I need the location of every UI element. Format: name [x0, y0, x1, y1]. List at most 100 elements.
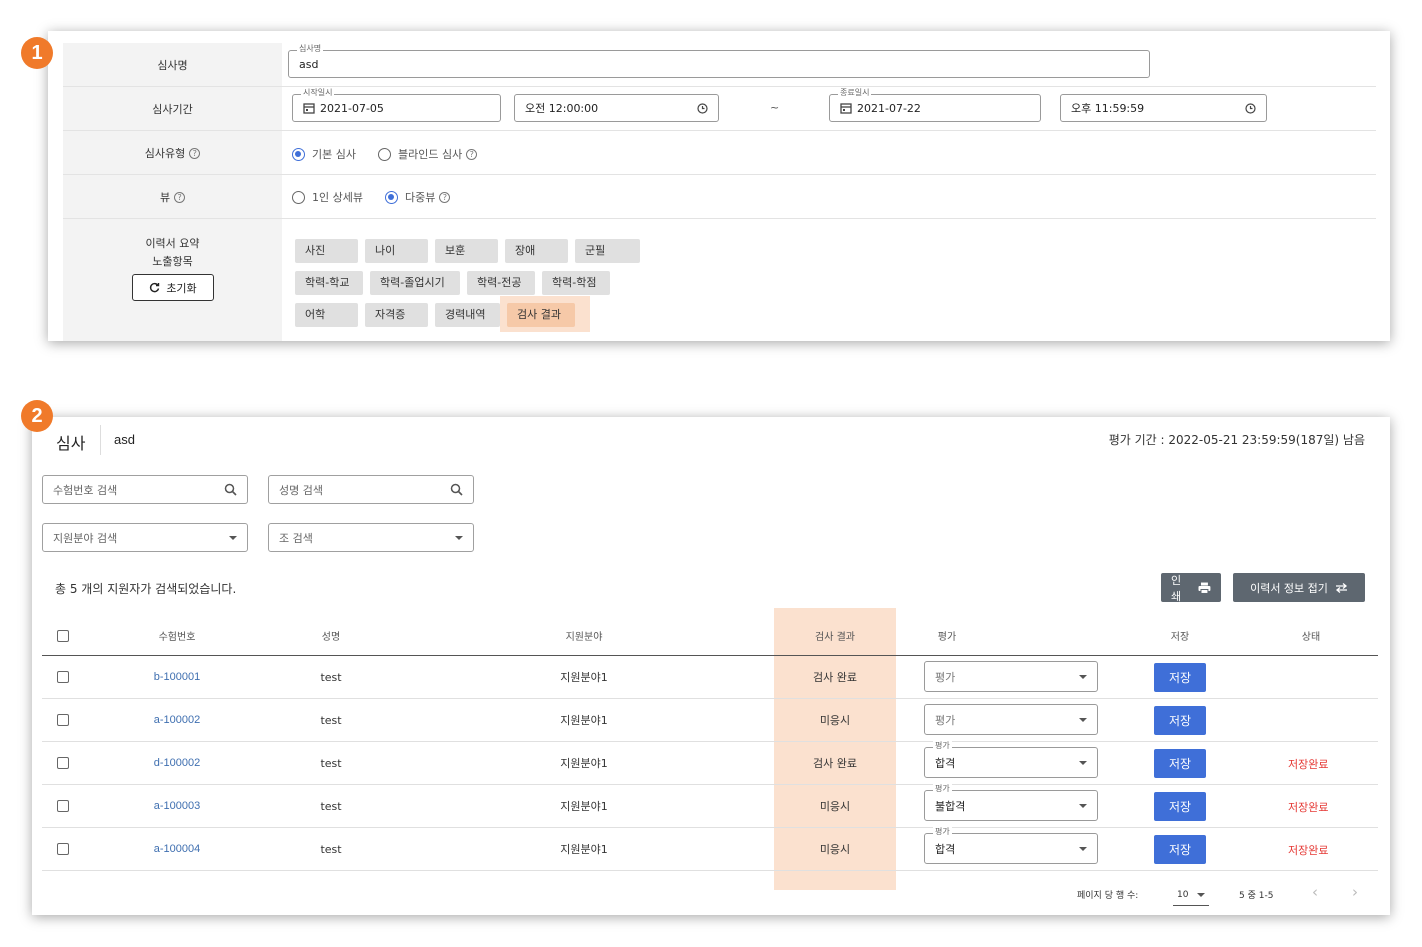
summary-row: 이력서 요약 노출항목: [63, 219, 1376, 341]
col-test-result: 검사 결과: [815, 632, 855, 643]
search-icon[interactable]: [450, 483, 463, 496]
search-number-input[interactable]: 수험번호 검색: [42, 475, 248, 504]
row-checkbox[interactable]: [57, 800, 69, 812]
end-date-input[interactable]: 종료일시 2021-07-22: [829, 88, 1041, 122]
test-result: 미응시: [819, 800, 851, 813]
save-button[interactable]: 저장: [1154, 835, 1206, 864]
period-label: 심사기간: [63, 87, 282, 130]
chip-disability[interactable]: 장애: [505, 239, 568, 263]
evaluation-select[interactable]: 평가 합격: [924, 741, 1098, 778]
step-badge-2: 2: [21, 400, 53, 432]
chevron-down-icon: [1079, 760, 1087, 765]
step-badge-1: 1: [21, 37, 53, 69]
radio-checked-icon: [385, 190, 398, 204]
applicant-number-link[interactable]: a-100004: [114, 828, 240, 870]
applicant-number-link[interactable]: a-100002: [114, 699, 240, 741]
page-range: 5 중 1-5: [1239, 891, 1274, 901]
evaluation-select[interactable]: 평가 불합격: [924, 784, 1098, 821]
status-text: 저장완료: [1288, 844, 1329, 857]
range-separator: ~: [770, 101, 780, 114]
radio-unchecked-icon: [292, 190, 305, 204]
applicant-field: 지원분야1: [560, 757, 608, 770]
result-count: 총 5 개의 지원자가 검색되었습니다.: [55, 582, 237, 596]
radio-blind-review[interactable]: 블라인드 심사 ?: [378, 146, 478, 162]
applicant-name: test: [320, 670, 342, 684]
search-name-input[interactable]: 성명 검색: [268, 475, 474, 504]
help-icon[interactable]: ?: [466, 148, 478, 160]
status-text: 저장완료: [1288, 758, 1329, 771]
row-checkbox[interactable]: [57, 671, 69, 683]
chip-veteran[interactable]: 보훈: [435, 239, 498, 263]
chip-military[interactable]: 군필: [575, 239, 640, 263]
next-page-button[interactable]: ›: [1352, 883, 1358, 901]
reset-button[interactable]: 초기화: [132, 274, 214, 301]
radio-single-view[interactable]: 1인 상세뷰: [292, 189, 363, 205]
col-status: 상태: [1301, 632, 1321, 643]
save-button[interactable]: 저장: [1154, 749, 1206, 778]
applicant-number-link[interactable]: a-100003: [114, 785, 240, 827]
start-time-input[interactable]: 오전 12:00:00: [514, 94, 719, 122]
chip-edu-major[interactable]: 학력-전공: [467, 271, 535, 295]
refresh-icon: [150, 282, 160, 293]
test-result: 검사 완료: [813, 671, 857, 684]
select-all-checkbox[interactable]: [57, 629, 69, 642]
name-row: 심사명 심사명 asd: [63, 43, 1376, 87]
chip-edu-school[interactable]: 학력-학교: [295, 271, 363, 295]
chevron-down-icon: [455, 535, 463, 540]
calendar-icon: [303, 103, 315, 114]
rows-per-page-select[interactable]: 10: [1173, 884, 1209, 906]
test-result: 미응시: [819, 843, 851, 856]
field-filter-select[interactable]: 지원분야 검색: [42, 523, 248, 552]
chip-certificate[interactable]: 자격증: [365, 303, 428, 327]
applicant-number-link[interactable]: b-100001: [114, 656, 240, 698]
test-result: 미응시: [819, 714, 851, 727]
row-checkbox[interactable]: [57, 757, 69, 769]
help-icon[interactable]: ?: [439, 191, 451, 203]
chip-edu-graduation[interactable]: 학력-졸업시기: [370, 271, 460, 295]
chip-edu-gpa[interactable]: 학력-학점: [542, 271, 610, 295]
chip-career[interactable]: 경력내역: [435, 303, 500, 327]
chip-photo[interactable]: 사진: [295, 239, 358, 263]
evaluation-select[interactable]: 평가: [924, 661, 1098, 692]
radio-multi-view[interactable]: 다중뷰 ?: [385, 189, 451, 205]
group-filter-select[interactable]: 조 검색: [268, 523, 474, 552]
chip-test-result[interactable]: 검사 결과: [507, 303, 575, 327]
chip-language[interactable]: 어학: [295, 303, 358, 327]
chevron-down-icon: [229, 535, 237, 540]
radio-checked-icon: [292, 147, 305, 161]
save-button[interactable]: 저장: [1154, 663, 1206, 692]
prev-page-button[interactable]: ‹: [1312, 883, 1318, 901]
radio-basic-review[interactable]: 기본 심사: [292, 146, 356, 162]
print-button[interactable]: 인쇄: [1161, 573, 1221, 603]
name-input[interactable]: 심사명 asd: [288, 44, 1150, 78]
end-time-input[interactable]: 오후 11:59:59: [1060, 94, 1267, 122]
applicant-field: 지원분야1: [560, 714, 608, 727]
chevron-down-icon: [1079, 717, 1087, 722]
view-label: 뷰?: [63, 175, 282, 218]
applicant-number-link[interactable]: d-100002: [114, 742, 240, 784]
review-name: asd: [114, 432, 135, 447]
chevron-down-icon: [1079, 674, 1087, 679]
calendar-icon: [840, 103, 852, 114]
help-icon[interactable]: ?: [189, 148, 201, 159]
row-checkbox[interactable]: [57, 843, 69, 855]
chip-age[interactable]: 나이: [365, 239, 428, 263]
search-icon[interactable]: [224, 483, 237, 496]
title-divider: [100, 425, 101, 455]
save-button[interactable]: 저장: [1154, 792, 1206, 821]
type-row: 심사유형? 기본 심사 블라인드 심사 ?: [63, 131, 1376, 175]
save-button[interactable]: 저장: [1154, 706, 1206, 735]
chevron-down-icon: [1079, 803, 1087, 808]
collapse-resume-button[interactable]: 이력서 정보 접기: [1233, 573, 1365, 602]
table-row: a-100003 test 지원분야1 미응시 평가 불합격 저장 저장완료: [42, 784, 1378, 828]
evaluation-period: 평가 기간 : 2022-05-21 23:59:59(187일) 남음: [1108, 433, 1365, 447]
evaluation-select[interactable]: 평가 합격: [924, 827, 1098, 864]
chevron-down-icon: [1197, 892, 1205, 897]
applicant-name: test: [320, 756, 342, 770]
applicant-name: test: [320, 713, 342, 727]
evaluation-select[interactable]: 평가: [924, 704, 1098, 735]
review-settings-panel: 심사명 심사명 asd 심사기간 시작일시 2021-07-05 오전 12:0…: [48, 31, 1390, 341]
start-date-input[interactable]: 시작일시 2021-07-05: [292, 88, 501, 122]
help-icon[interactable]: ?: [174, 192, 186, 203]
row-checkbox[interactable]: [57, 714, 69, 726]
